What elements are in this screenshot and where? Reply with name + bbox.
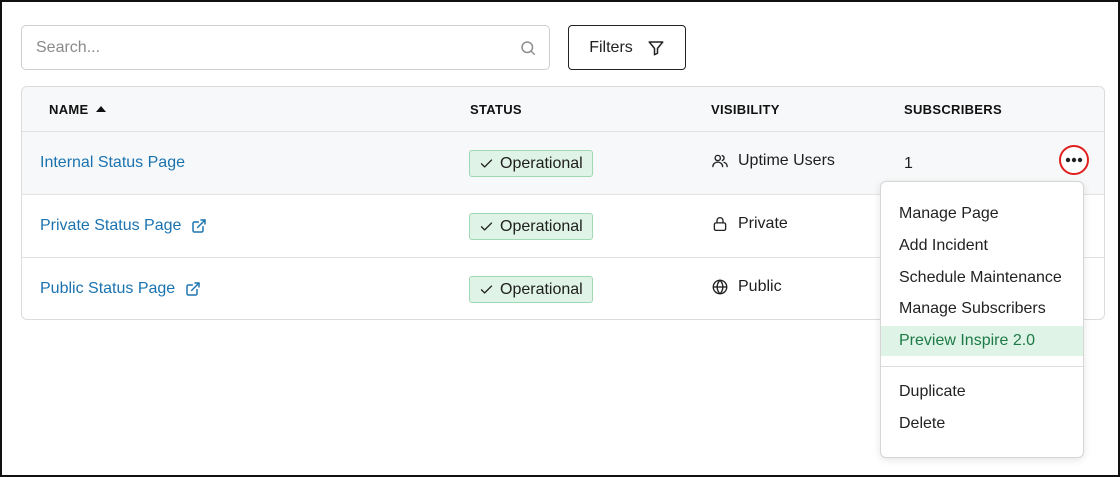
search-input[interactable]	[22, 26, 549, 69]
status-page-link[interactable]: Public Status Page	[40, 280, 201, 298]
check-icon	[480, 222, 493, 231]
users-icon	[712, 154, 728, 168]
status-page-name: Private Status Page	[40, 217, 182, 234]
funnel-icon	[648, 40, 664, 55]
column-header-visibility: VISIBILITY	[711, 102, 780, 117]
row-actions-menu: Manage Page Add Incident Schedule Mainte…	[880, 181, 1084, 458]
table-header: NAME STATUS VISIBILITY SUBSCRIBERS	[22, 87, 1104, 132]
visibility-cell: Uptime Users	[711, 152, 835, 170]
visibility-label: Public	[738, 278, 782, 295]
menu-item-manage-subscribers[interactable]: Manage Subscribers	[881, 294, 1083, 324]
menu-item-manage-page[interactable]: Manage Page	[881, 199, 1083, 229]
menu-item-add-incident[interactable]: Add Incident	[881, 231, 1083, 261]
visibility-cell: Private	[711, 215, 788, 233]
status-badge: Operational	[469, 276, 593, 303]
lock-icon	[713, 217, 727, 232]
status-page-link[interactable]: Internal Status Page	[40, 154, 185, 172]
app-frame: Filters NAME STATUS VISIBILITY SUBSCRIBE…	[0, 0, 1120, 477]
visibility-label: Private	[738, 215, 788, 232]
column-header-status: STATUS	[470, 102, 522, 117]
column-header-label: SUBSCRIBERS	[904, 102, 1002, 117]
status-page-name: Internal Status Page	[40, 154, 185, 171]
column-header-label: NAME	[49, 102, 89, 117]
check-icon	[480, 159, 493, 168]
column-header-subscribers: SUBSCRIBERS	[904, 102, 1002, 117]
menu-item-delete[interactable]: Delete	[881, 409, 1083, 439]
search-icon	[521, 41, 536, 56]
subscriber-count: 1	[904, 155, 913, 172]
status-badge: Operational	[469, 150, 593, 177]
column-header-label: STATUS	[470, 102, 522, 117]
visibility-cell: Public	[711, 278, 782, 296]
status-page-name: Public Status Page	[40, 280, 176, 297]
menu-divider	[881, 366, 1083, 367]
column-header-name[interactable]: NAME	[49, 102, 107, 117]
sort-ascending-icon	[96, 105, 107, 112]
row-actions-button[interactable]	[1059, 145, 1089, 175]
menu-item-schedule-maintenance[interactable]: Schedule Maintenance	[881, 263, 1083, 293]
filters-button[interactable]: Filters	[568, 25, 686, 70]
menu-item-preview-inspire[interactable]: Preview Inspire 2.0	[881, 326, 1083, 356]
column-header-label: VISIBILITY	[711, 102, 780, 117]
visibility-label: Uptime Users	[738, 152, 835, 169]
status-label: Operational	[500, 154, 583, 172]
status-label: Operational	[500, 280, 583, 298]
external-link-icon[interactable]	[185, 281, 201, 297]
more-horizontal-icon	[1065, 157, 1083, 163]
external-link-icon[interactable]	[191, 218, 207, 234]
filters-label: Filters	[589, 38, 633, 56]
globe-icon	[712, 279, 728, 295]
status-label: Operational	[500, 217, 583, 235]
status-page-link[interactable]: Private Status Page	[40, 217, 207, 235]
menu-item-duplicate[interactable]: Duplicate	[881, 377, 1083, 407]
search-box[interactable]	[21, 25, 550, 70]
check-icon	[480, 285, 493, 294]
status-badge: Operational	[469, 213, 593, 240]
